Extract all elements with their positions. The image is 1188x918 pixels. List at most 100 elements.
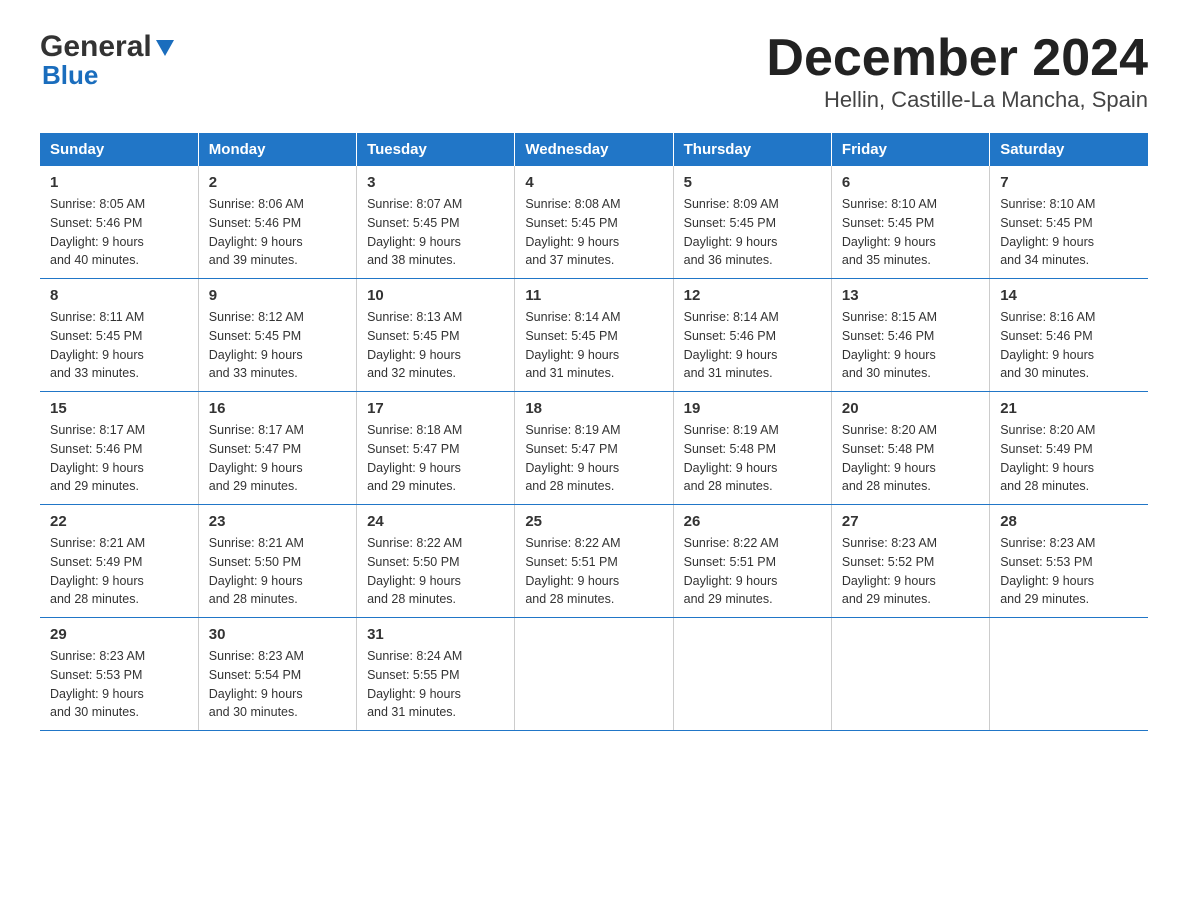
day-info: Sunrise: 8:19 AMSunset: 5:47 PMDaylight:… [525,421,662,496]
calendar-cell: 29 Sunrise: 8:23 AMSunset: 5:53 PMDayligh… [40,618,198,731]
calendar-cell: 25 Sunrise: 8:22 AMSunset: 5:51 PMDayligh… [515,505,673,618]
day-info: Sunrise: 8:10 AMSunset: 5:45 PMDaylight:… [1000,195,1138,270]
day-info: Sunrise: 8:07 AMSunset: 5:45 PMDaylight:… [367,195,504,270]
day-info: Sunrise: 8:21 AMSunset: 5:49 PMDaylight:… [50,534,188,609]
calendar-cell: 21 Sunrise: 8:20 AMSunset: 5:49 PMDayligh… [990,392,1148,505]
day-number: 4 [525,174,662,191]
column-header-friday: Friday [831,133,989,166]
calendar-title: December 2024 [766,30,1148,87]
calendar-cell: 6 Sunrise: 8:10 AMSunset: 5:45 PMDaylight… [831,166,989,279]
calendar-cell: 23 Sunrise: 8:21 AMSunset: 5:50 PMDayligh… [198,505,356,618]
day-number: 20 [842,400,979,417]
calendar-cell: 20 Sunrise: 8:20 AMSunset: 5:48 PMDayligh… [831,392,989,505]
calendar-week-row: 22 Sunrise: 8:21 AMSunset: 5:49 PMDayligh… [40,505,1148,618]
column-header-thursday: Thursday [673,133,831,166]
day-info: Sunrise: 8:23 AMSunset: 5:54 PMDaylight:… [209,647,346,722]
calendar-week-row: 1Sunrise: 8:05 AMSunset: 5:46 PMDaylight… [40,166,1148,279]
day-info: Sunrise: 8:23 AMSunset: 5:53 PMDaylight:… [1000,534,1138,609]
day-number: 22 [50,513,188,530]
day-info: Sunrise: 8:20 AMSunset: 5:49 PMDaylight:… [1000,421,1138,496]
title-block: December 2024 Hellin, Castille-La Mancha… [766,30,1148,113]
calendar-cell [673,618,831,731]
calendar-cell: 24Sunrise: 8:22 AMSunset: 5:50 PMDayligh… [357,505,515,618]
calendar-cell: 3 Sunrise: 8:07 AMSunset: 5:45 PMDaylight… [357,166,515,279]
calendar-cell: 17 Sunrise: 8:18 AMSunset: 5:47 PMDayligh… [357,392,515,505]
calendar-cell: 30Sunrise: 8:23 AMSunset: 5:54 PMDayligh… [198,618,356,731]
day-info: Sunrise: 8:11 AMSunset: 5:45 PMDaylight:… [50,308,188,383]
day-info: Sunrise: 8:18 AMSunset: 5:47 PMDaylight:… [367,421,504,496]
day-info: Sunrise: 8:10 AMSunset: 5:45 PMDaylight:… [842,195,979,270]
calendar-week-row: 8 Sunrise: 8:11 AMSunset: 5:45 PMDaylight… [40,279,1148,392]
calendar-table: SundayMondayTuesdayWednesdayThursdayFrid… [40,133,1148,731]
day-info: Sunrise: 8:14 AMSunset: 5:45 PMDaylight:… [525,308,662,383]
calendar-week-row: 29 Sunrise: 8:23 AMSunset: 5:53 PMDayligh… [40,618,1148,731]
day-number: 13 [842,287,979,304]
day-info: Sunrise: 8:20 AMSunset: 5:48 PMDaylight:… [842,421,979,496]
day-number: 3 [367,174,504,191]
day-number: 2 [209,174,346,191]
calendar-cell: 26Sunrise: 8:22 AMSunset: 5:51 PMDayligh… [673,505,831,618]
calendar-cell: 7 Sunrise: 8:10 AMSunset: 5:45 PMDaylight… [990,166,1148,279]
day-info: Sunrise: 8:21 AMSunset: 5:50 PMDaylight:… [209,534,346,609]
day-number: 1 [50,174,188,191]
day-info: Sunrise: 8:23 AMSunset: 5:52 PMDaylight:… [842,534,979,609]
day-number: 29 [50,626,188,643]
day-info: Sunrise: 8:17 AMSunset: 5:46 PMDaylight:… [50,421,188,496]
calendar-cell: 19Sunrise: 8:19 AMSunset: 5:48 PMDayligh… [673,392,831,505]
day-number: 31 [367,626,504,643]
day-number: 9 [209,287,346,304]
column-header-tuesday: Tuesday [357,133,515,166]
calendar-cell: 31 Sunrise: 8:24 AMSunset: 5:55 PMDayligh… [357,618,515,731]
logo: General Blue [40,30,176,91]
day-number: 17 [367,400,504,417]
day-number: 18 [525,400,662,417]
calendar-cell: 13Sunrise: 8:15 AMSunset: 5:46 PMDayligh… [831,279,989,392]
logo-triangle-icon [154,36,176,58]
day-info: Sunrise: 8:23 AMSunset: 5:53 PMDaylight:… [50,647,188,722]
day-number: 21 [1000,400,1138,417]
day-number: 24 [367,513,504,530]
calendar-cell: 14 Sunrise: 8:16 AMSunset: 5:46 PMDayligh… [990,279,1148,392]
calendar-cell: 15 Sunrise: 8:17 AMSunset: 5:46 PMDayligh… [40,392,198,505]
day-number: 10 [367,287,504,304]
calendar-cell: 28 Sunrise: 8:23 AMSunset: 5:53 PMDayligh… [990,505,1148,618]
day-number: 16 [209,400,346,417]
day-info: Sunrise: 8:16 AMSunset: 5:46 PMDaylight:… [1000,308,1138,383]
calendar-subtitle: Hellin, Castille-La Mancha, Spain [766,87,1148,113]
day-number: 12 [684,287,821,304]
calendar-week-row: 15 Sunrise: 8:17 AMSunset: 5:46 PMDayligh… [40,392,1148,505]
day-number: 5 [684,174,821,191]
day-number: 23 [209,513,346,530]
day-number: 14 [1000,287,1138,304]
day-number: 25 [525,513,662,530]
calendar-cell: 12Sunrise: 8:14 AMSunset: 5:46 PMDayligh… [673,279,831,392]
calendar-cell: 11 Sunrise: 8:14 AMSunset: 5:45 PMDayligh… [515,279,673,392]
column-header-monday: Monday [198,133,356,166]
day-number: 6 [842,174,979,191]
day-number: 28 [1000,513,1138,530]
day-number: 15 [50,400,188,417]
calendar-cell: 8 Sunrise: 8:11 AMSunset: 5:45 PMDaylight… [40,279,198,392]
day-number: 19 [684,400,821,417]
day-number: 27 [842,513,979,530]
calendar-cell: 10 Sunrise: 8:13 AMSunset: 5:45 PMDayligh… [357,279,515,392]
day-info: Sunrise: 8:24 AMSunset: 5:55 PMDaylight:… [367,647,504,722]
calendar-cell: 27 Sunrise: 8:23 AMSunset: 5:52 PMDayligh… [831,505,989,618]
logo-blue: Blue [40,60,98,91]
page-header: General Blue December 2024 Hellin, Casti… [40,30,1148,113]
logo-general: General [40,30,152,64]
day-info: Sunrise: 8:08 AMSunset: 5:45 PMDaylight:… [525,195,662,270]
calendar-header-row: SundayMondayTuesdayWednesdayThursdayFrid… [40,133,1148,166]
day-info: Sunrise: 8:13 AMSunset: 5:45 PMDaylight:… [367,308,504,383]
calendar-cell: 5 Sunrise: 8:09 AMSunset: 5:45 PMDaylight… [673,166,831,279]
day-number: 7 [1000,174,1138,191]
calendar-cell: 16Sunrise: 8:17 AMSunset: 5:47 PMDayligh… [198,392,356,505]
calendar-cell: 1Sunrise: 8:05 AMSunset: 5:46 PMDaylight… [40,166,198,279]
calendar-cell: 2Sunrise: 8:06 AMSunset: 5:46 PMDaylight… [198,166,356,279]
day-info: Sunrise: 8:09 AMSunset: 5:45 PMDaylight:… [684,195,821,270]
day-info: Sunrise: 8:22 AMSunset: 5:51 PMDaylight:… [684,534,821,609]
day-info: Sunrise: 8:22 AMSunset: 5:51 PMDaylight:… [525,534,662,609]
day-number: 11 [525,287,662,304]
calendar-cell: 18 Sunrise: 8:19 AMSunset: 5:47 PMDayligh… [515,392,673,505]
day-number: 8 [50,287,188,304]
